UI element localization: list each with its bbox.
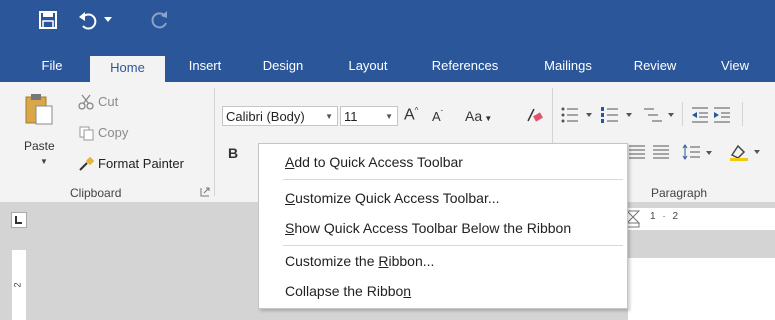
menu-separator bbox=[283, 245, 623, 246]
menu-item-customize-ribbon[interactable]: Customize the Ribbon... bbox=[259, 247, 627, 275]
dialog-launcher-icon[interactable] bbox=[200, 187, 210, 197]
tab-file[interactable]: File bbox=[32, 50, 72, 82]
clear-formatting-icon[interactable] bbox=[525, 106, 543, 124]
change-case-button[interactable]: Aa ▼ bbox=[465, 108, 492, 124]
menu-item-show-qat-below-ribbon[interactable]: Show Quick Access Toolbar Below the Ribb… bbox=[259, 214, 627, 242]
redo-icon[interactable] bbox=[150, 10, 170, 30]
bullets-icon[interactable] bbox=[560, 106, 598, 124]
decrease-indent-icon[interactable] bbox=[690, 106, 710, 124]
paste-dropdown-icon[interactable]: ▼ bbox=[40, 157, 48, 166]
copy-icon bbox=[79, 126, 94, 141]
tab-mailings[interactable]: Mailings bbox=[530, 50, 606, 82]
menu-item-label: Add to Quick Access Toolbar bbox=[285, 154, 463, 170]
shrink-font-icon[interactable]: Aˇ bbox=[432, 109, 443, 124]
paste-label[interactable]: Paste bbox=[24, 139, 55, 153]
paste-icon[interactable] bbox=[24, 92, 54, 126]
menu-item-label: Collapse the Ribbon bbox=[285, 283, 412, 299]
format-painter-button[interactable]: Format Painter bbox=[78, 154, 203, 174]
cut-label: Cut bbox=[98, 94, 119, 109]
clipboard-group-label: Clipboard bbox=[70, 186, 122, 200]
font-size-value: 11 bbox=[344, 109, 358, 124]
menu-item-label: Customize the Ribbon... bbox=[285, 253, 435, 269]
document-page[interactable] bbox=[628, 258, 775, 320]
menu-item-label: Customize Quick Access Toolbar... bbox=[285, 190, 500, 206]
numbering-icon[interactable] bbox=[600, 106, 638, 124]
copy-button[interactable]: Copy bbox=[78, 123, 148, 143]
tab-references[interactable]: References bbox=[422, 50, 508, 82]
chevron-down-icon: ▼ bbox=[385, 112, 393, 121]
shading-icon[interactable] bbox=[728, 143, 768, 161]
menu-item-add-to-quick-access-toolbar[interactable]: Add to Quick Access Toolbar bbox=[259, 148, 627, 176]
chevron-down-icon: ▼ bbox=[325, 112, 333, 121]
change-case-label: Aa bbox=[465, 108, 483, 124]
cut-button[interactable]: Cut bbox=[78, 92, 138, 112]
font-family-value: Calibri (Body) bbox=[226, 109, 305, 124]
ribbon-tabs: File Home Insert Design Layout Reference… bbox=[0, 50, 775, 82]
title-bar bbox=[0, 0, 775, 50]
ribbon-context-menu: Add to Quick Access Toolbar Customize Qu… bbox=[258, 143, 628, 309]
paragraph-group-label: Paragraph bbox=[651, 186, 708, 200]
format-painter-label: Format Painter bbox=[98, 156, 184, 171]
align-distributed-icon[interactable] bbox=[652, 144, 670, 160]
menu-item-customize-quick-access-toolbar[interactable]: Customize Quick Access Toolbar... bbox=[259, 184, 627, 212]
multilevel-list-icon[interactable] bbox=[640, 106, 678, 124]
bold-button[interactable]: B bbox=[228, 145, 238, 161]
vertical-ruler[interactable]: 2 bbox=[12, 250, 26, 320]
line-spacing-icon[interactable] bbox=[682, 144, 716, 160]
grow-font-icon[interactable]: A^ bbox=[404, 106, 418, 124]
undo-dropdown-icon[interactable] bbox=[103, 14, 113, 24]
toolbar-divider bbox=[682, 102, 683, 126]
tab-home[interactable]: Home bbox=[90, 56, 165, 82]
undo-icon[interactable] bbox=[77, 9, 99, 31]
menu-item-label: Show Quick Access Toolbar Below the Ribb… bbox=[285, 220, 572, 236]
menu-item-collapse-ribbon[interactable]: Collapse the Ribbon bbox=[259, 277, 627, 305]
tab-view[interactable]: View bbox=[710, 50, 760, 82]
align-justify-icon[interactable] bbox=[628, 144, 646, 160]
scissors-icon bbox=[78, 94, 94, 110]
copy-label: Copy bbox=[98, 125, 129, 140]
save-icon[interactable] bbox=[38, 10, 58, 30]
word-window: File Home Insert Design Layout Reference… bbox=[0, 0, 775, 320]
font-family-select[interactable]: Calibri (Body) ▼ bbox=[222, 106, 338, 126]
tab-layout[interactable]: Layout bbox=[338, 50, 398, 82]
tab-design[interactable]: Design bbox=[255, 50, 311, 82]
paintbrush-icon bbox=[79, 156, 94, 171]
group-divider bbox=[214, 88, 215, 196]
menu-separator bbox=[283, 179, 623, 180]
tab-selector-icon[interactable] bbox=[11, 212, 27, 228]
tab-insert[interactable]: Insert bbox=[180, 50, 230, 82]
toolbar-divider bbox=[742, 102, 743, 126]
vertical-ruler-mark: 2 bbox=[12, 282, 23, 288]
ruler-marks: 1 · 2 bbox=[650, 211, 681, 222]
increase-indent-icon[interactable] bbox=[712, 106, 732, 124]
tab-review[interactable]: Review bbox=[625, 50, 685, 82]
font-size-select[interactable]: 11 ▼ bbox=[340, 106, 398, 126]
